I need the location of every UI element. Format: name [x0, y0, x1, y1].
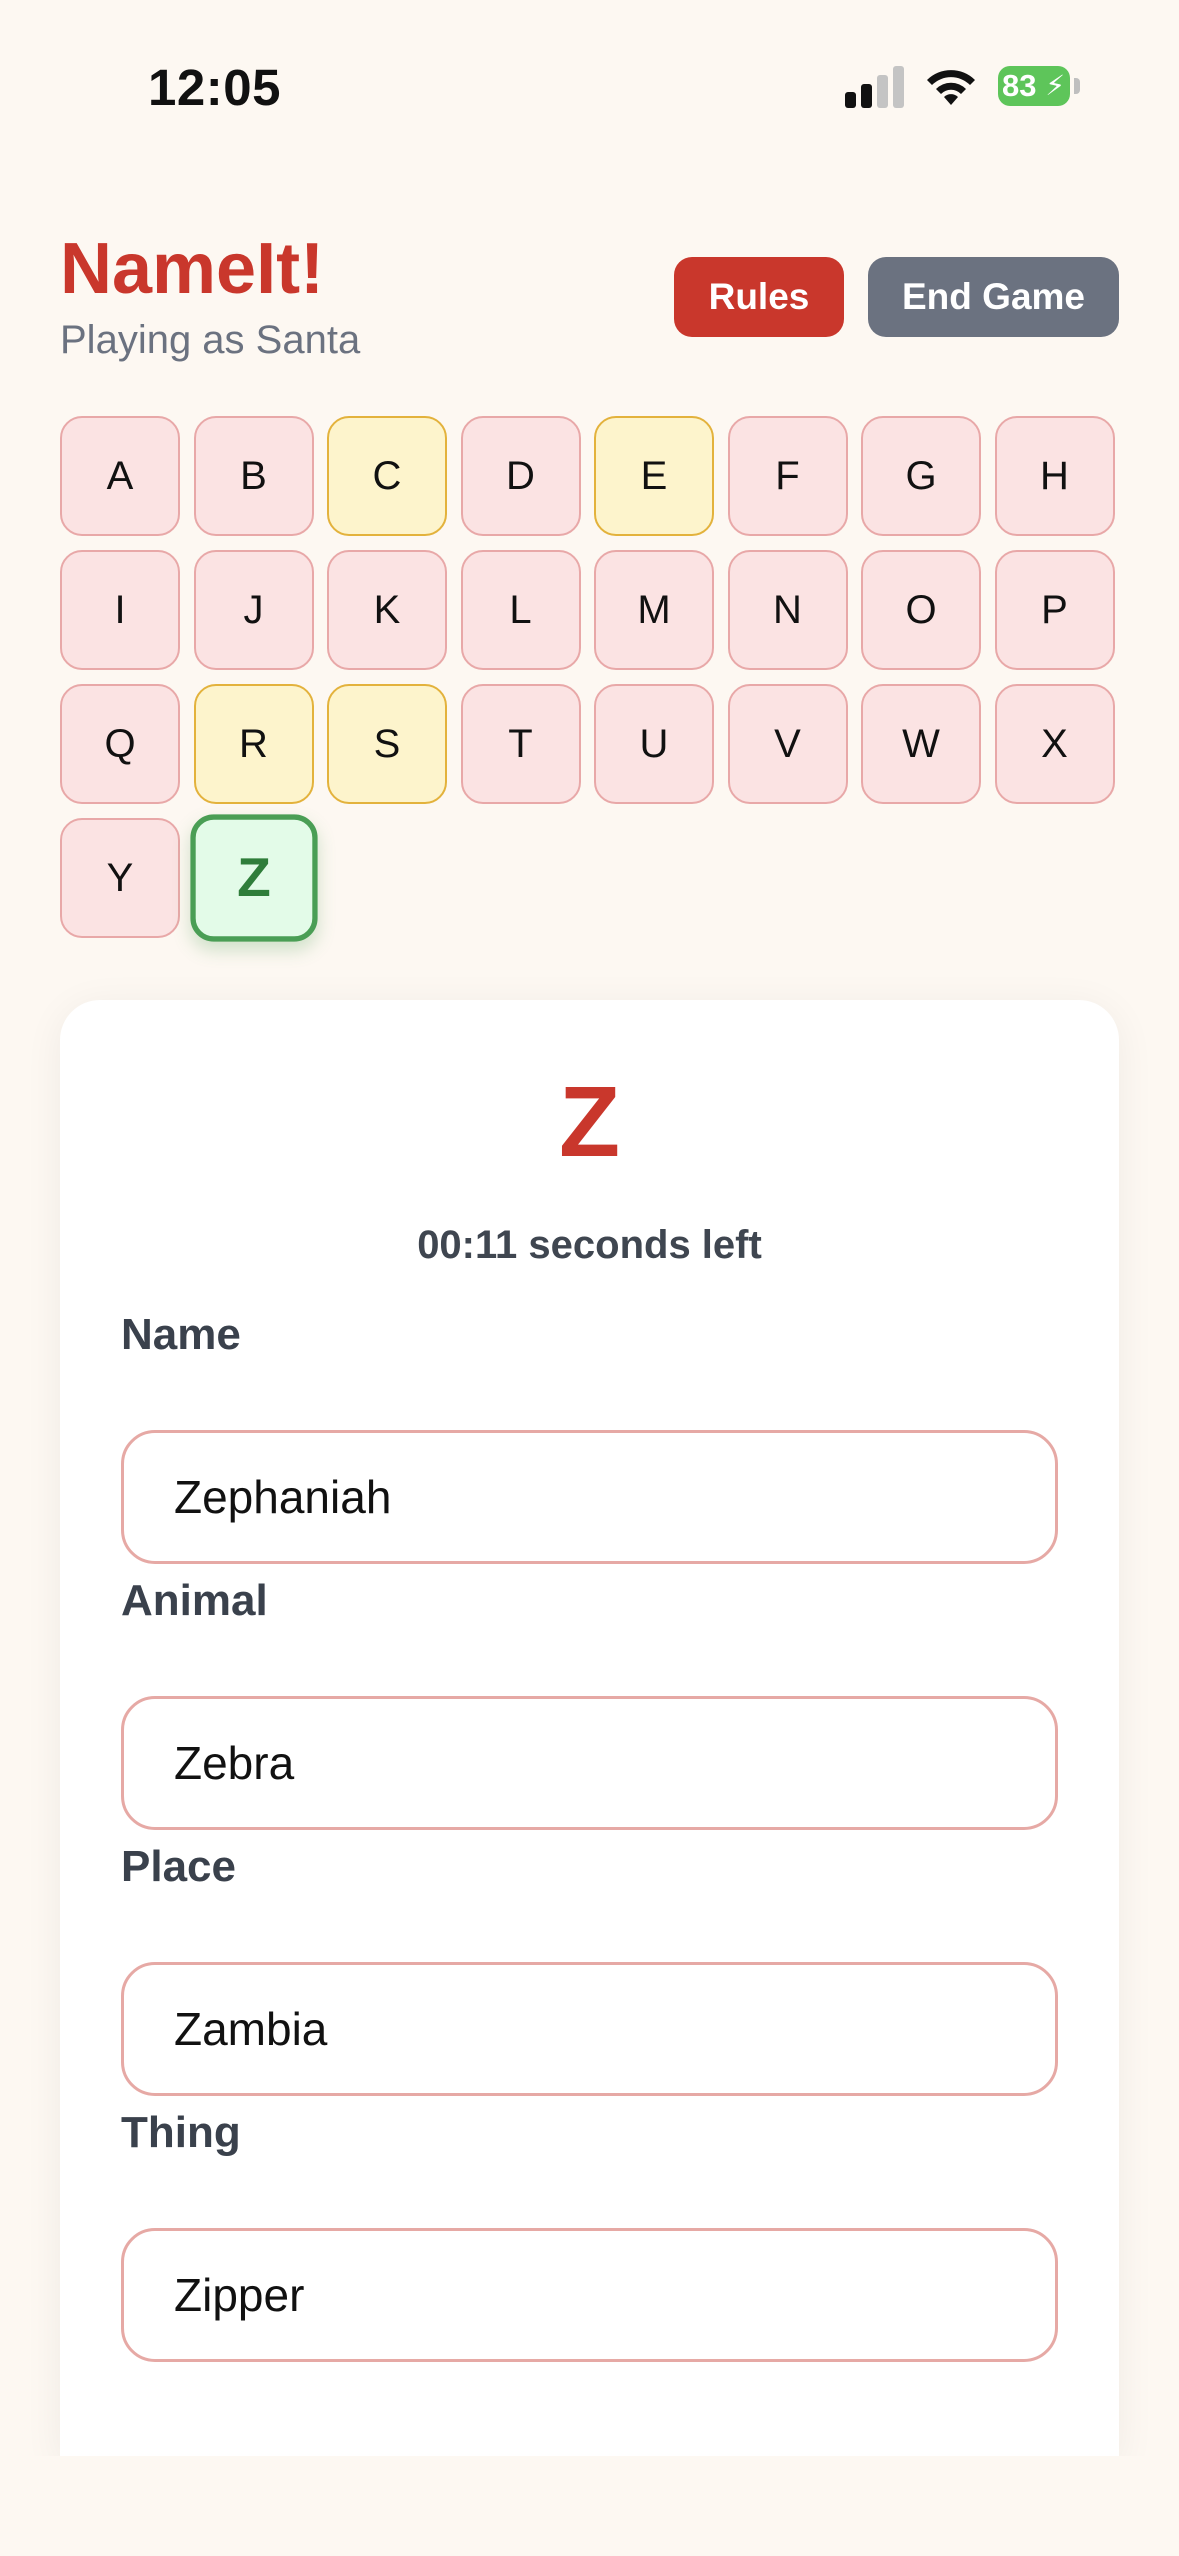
- status-bar: 12:05 83 ⚡: [0, 0, 1179, 160]
- app-title: NameIt!: [60, 229, 325, 309]
- battery-nub: [1074, 78, 1080, 94]
- rules-button[interactable]: Rules: [674, 257, 844, 337]
- place-field-label: Place: [121, 1842, 236, 1891]
- letter-tile-f[interactable]: F: [727, 416, 848, 536]
- letter-tile-r[interactable]: R: [193, 684, 314, 804]
- letter-tile-w[interactable]: W: [861, 684, 981, 804]
- letter-tile-h[interactable]: H: [994, 416, 1115, 536]
- letter-tile-t[interactable]: T: [460, 684, 581, 804]
- letter-tile-b[interactable]: B: [193, 416, 314, 536]
- letter-tile-z[interactable]: Z: [189, 814, 318, 942]
- animal-input[interactable]: [121, 1696, 1058, 1830]
- letter-tile-q[interactable]: Q: [60, 684, 180, 804]
- battery-percent: 83: [1002, 68, 1037, 103]
- letter-tile-j[interactable]: J: [193, 550, 314, 670]
- place-input[interactable]: [121, 1962, 1058, 2096]
- charging-bolt-icon: ⚡: [1045, 70, 1065, 101]
- letter-tile-n[interactable]: N: [727, 550, 848, 670]
- letter-tile-x[interactable]: X: [994, 684, 1115, 804]
- round-card: Z 00:11 seconds left Name Animal Place T…: [60, 1000, 1119, 2460]
- letter-tile-v[interactable]: V: [727, 684, 848, 804]
- countdown-timer: 00:11 seconds left: [417, 1223, 762, 1267]
- battery-charging-icon: 83 ⚡: [998, 66, 1070, 106]
- letter-tile-a[interactable]: A: [60, 416, 180, 536]
- letter-tile-g[interactable]: G: [861, 416, 981, 536]
- letter-tile-e[interactable]: E: [594, 416, 714, 536]
- status-time: 12:05: [148, 59, 281, 116]
- letter-tile-s[interactable]: S: [327, 684, 447, 804]
- letter-tile-c[interactable]: C: [327, 416, 447, 536]
- app-screen: 12:05 83 ⚡ NameIt! Playing as Santa Rule…: [0, 0, 1179, 2556]
- current-letter: Z: [558, 1066, 621, 1178]
- wifi-icon: [927, 70, 975, 105]
- letter-tile-m[interactable]: M: [594, 550, 714, 670]
- letter-tile-d[interactable]: D: [460, 416, 581, 536]
- bottom-background: [0, 2456, 1179, 2556]
- name-field-label: Name: [121, 1310, 241, 1359]
- thing-field-label: Thing: [121, 2108, 241, 2157]
- animal-field-label: Animal: [121, 1576, 268, 1625]
- letter-tile-k[interactable]: K: [327, 550, 447, 670]
- letter-tile-o[interactable]: O: [861, 550, 981, 670]
- letter-tile-p[interactable]: P: [994, 550, 1115, 670]
- player-subtitle: Playing as Santa: [60, 318, 361, 362]
- letter-tile-i[interactable]: I: [60, 550, 180, 670]
- name-input[interactable]: [121, 1430, 1058, 1564]
- letter-tile-y[interactable]: Y: [60, 818, 180, 938]
- cellular-signal-icon: [845, 66, 905, 108]
- letter-grid: ABCDEFGH IJKLMNOP QRSTUVWX YZ: [60, 416, 1120, 942]
- end-game-button[interactable]: End Game: [868, 257, 1119, 337]
- letter-tile-u[interactable]: U: [594, 684, 714, 804]
- letter-tile-l[interactable]: L: [460, 550, 581, 670]
- thing-input[interactable]: [121, 2228, 1058, 2362]
